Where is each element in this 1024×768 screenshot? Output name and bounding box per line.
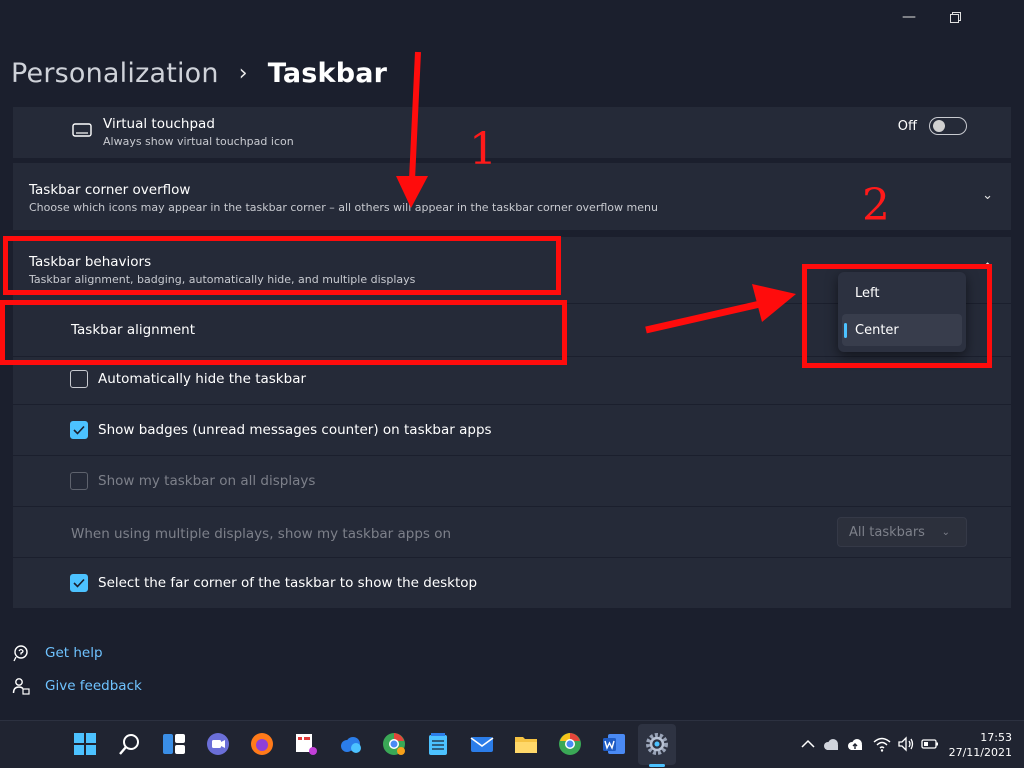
task-view-icon[interactable]: [162, 732, 186, 756]
system-clock[interactable]: 17:53 27/11/2021: [949, 730, 1012, 760]
windows-taskbar: 17:53 27/11/2021: [0, 720, 1024, 768]
clock-date: 27/11/2021: [948, 746, 1012, 759]
onedrive-icon[interactable]: [338, 732, 362, 756]
snipping-tool-icon[interactable]: [294, 732, 318, 756]
wifi-icon[interactable]: [873, 735, 891, 753]
battery-icon[interactable]: [921, 735, 939, 753]
chevron-up-icon[interactable]: [799, 735, 817, 753]
cloud-upload-icon[interactable]: [846, 735, 864, 753]
teams-chat-icon[interactable]: [206, 732, 230, 756]
search-icon[interactable]: [118, 732, 142, 756]
settings-gear-icon[interactable]: [645, 732, 669, 756]
notepad-icon[interactable]: [426, 732, 450, 756]
mail-icon[interactable]: [470, 732, 494, 756]
chrome-canary-icon[interactable]: [382, 732, 406, 756]
chrome-icon[interactable]: [558, 732, 582, 756]
firefox-icon[interactable]: [250, 732, 274, 756]
clock-time: 17:53: [980, 731, 1012, 744]
windows-start-icon[interactable]: [73, 732, 97, 756]
annotation-arrows: [396, 51, 796, 334]
annotation-number-1: 1: [469, 124, 497, 175]
annotation-number-2: 2: [862, 180, 890, 231]
file-explorer-icon[interactable]: [514, 732, 538, 756]
word-icon[interactable]: [602, 732, 626, 756]
volume-icon[interactable]: [897, 735, 915, 753]
cloud-icon[interactable]: [822, 735, 840, 753]
